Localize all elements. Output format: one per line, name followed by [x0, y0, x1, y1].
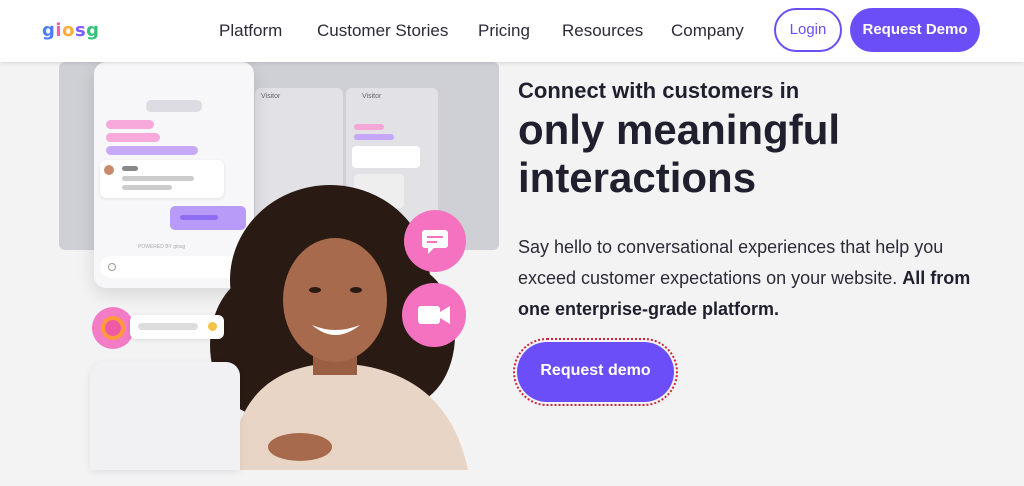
hero-subtitle: Say hello to conversational experiences … [518, 232, 988, 325]
nav-customer-stories[interactable]: Customer Stories [317, 21, 448, 41]
bot-message-card [130, 315, 224, 339]
login-button[interactable]: Login [774, 8, 842, 52]
hero-headline: only meaningful interactions [518, 106, 841, 201]
hero-kicker: Connect with customers in [518, 78, 800, 103]
emoji-icon [208, 322, 217, 331]
giosg-logo[interactable]: giosg [42, 20, 100, 41]
chat-bubble-icon [404, 210, 466, 272]
nav-company[interactable]: Company [671, 21, 744, 41]
laptop-illustration [90, 362, 240, 470]
video-camera-icon [402, 283, 466, 347]
nav-pricing[interactable]: Pricing [478, 21, 530, 41]
request-demo-button[interactable]: Request demo [513, 338, 678, 406]
request-demo-header-button[interactable]: Request Demo [850, 8, 980, 52]
hero-subtitle-text: Say hello to conversational experiences … [518, 237, 944, 288]
visitor-label-1: Visitor [261, 93, 281, 100]
nav-platform[interactable]: Platform [219, 21, 282, 41]
powered-by-label: POWERED BY giosg [138, 244, 186, 250]
visitor-label-2: Visitor [362, 93, 382, 100]
agent-avatar [104, 165, 114, 175]
nav-resources[interactable]: Resources [562, 21, 643, 41]
bot-avatar-icon [92, 307, 134, 349]
site-header: giosg Platform Customer Stories Pricing … [0, 0, 1024, 62]
